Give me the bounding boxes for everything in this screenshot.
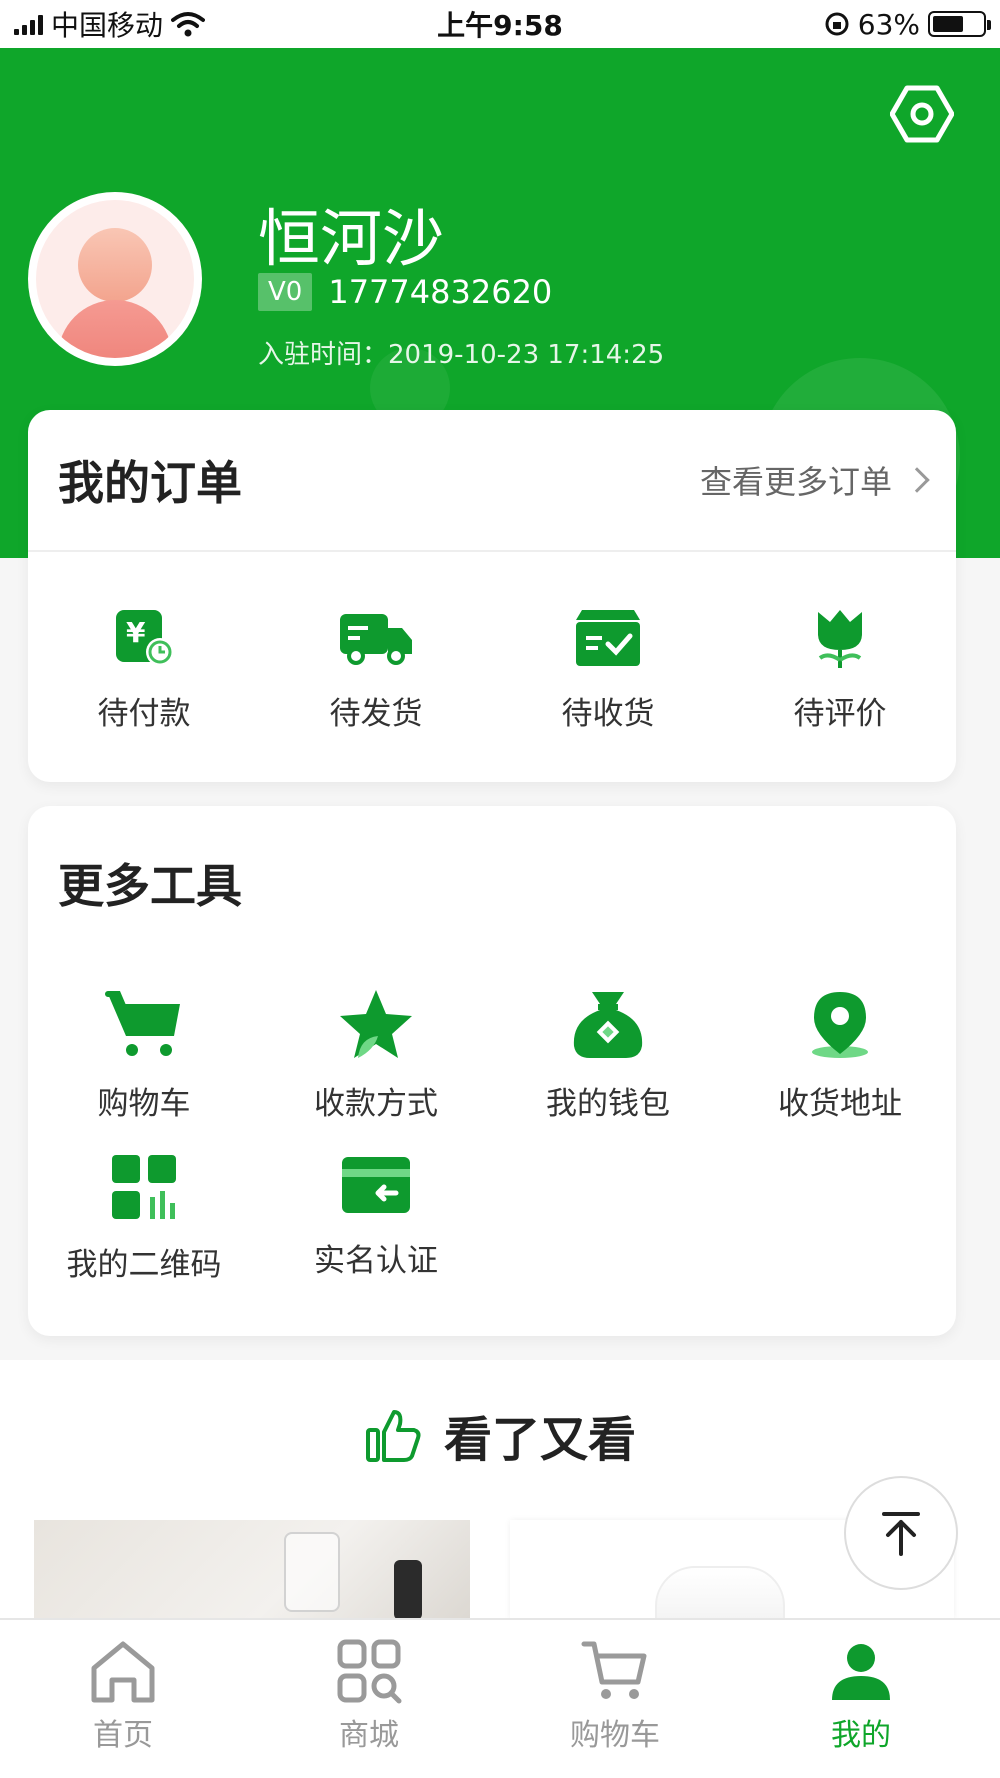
nav-cart-label: 购物车 <box>570 1718 660 1753</box>
chevron-right-icon <box>904 467 930 493</box>
bottom-nav: 首页 商城 购物车 我的 <box>0 1618 1000 1778</box>
signal-icon <box>14 13 43 35</box>
status-bar: 中国移动 上午9:58 63% <box>0 0 1000 48</box>
order-pending-receipt-label: 待收货 <box>561 696 655 732</box>
tools-title: 更多工具 <box>58 859 242 913</box>
order-pending-payment-label: 待付款 <box>97 696 191 732</box>
carrier-label: 中国移动 <box>51 9 164 42</box>
battery-icon <box>928 11 991 37</box>
location-pin-icon <box>812 992 868 1058</box>
tools-card: 更多工具 购物车 收款方式 我的钱包 收货地址 我的二维码 实名认证 <box>28 806 956 1336</box>
view-more-orders-label: 查看更多订单 <box>699 463 892 501</box>
tool-qr-code[interactable]: 我的二维码 <box>28 1153 260 1284</box>
receive-box-icon <box>576 610 640 666</box>
mall-grid-icon <box>337 1639 402 1704</box>
avatar[interactable] <box>28 192 202 366</box>
order-pending-receipt[interactable]: 待收货 <box>492 606 724 733</box>
nav-cart[interactable]: 购物车 <box>492 1620 738 1778</box>
order-pending-review-label: 待评价 <box>793 696 887 732</box>
join-time-value: 2019-10-23 17:14:25 <box>388 340 665 370</box>
nav-home-label: 首页 <box>93 1718 153 1753</box>
back-to-top-button[interactable] <box>844 1476 958 1590</box>
tool-qr-code-label: 我的二维码 <box>66 1247 222 1283</box>
id-card-icon <box>342 1157 410 1213</box>
tool-address-label: 收货地址 <box>778 1086 902 1122</box>
tool-address[interactable]: 收货地址 <box>724 988 956 1123</box>
tool-real-name-auth[interactable]: 实名认证 <box>260 1153 492 1284</box>
recommend-title: 看了又看 <box>443 1412 636 1468</box>
cart-icon <box>105 991 180 1056</box>
orders-card: 我的订单 查看更多订单 ¥ 待付款 待发货 待收货 待评价 <box>28 410 956 782</box>
cart-outline-icon <box>581 1641 647 1699</box>
tool-payment-method-label: 收款方式 <box>314 1086 438 1122</box>
truck-icon <box>340 614 412 665</box>
user-name: 恒河沙 <box>258 202 445 275</box>
nav-mine-label: 我的 <box>831 1718 891 1753</box>
orientation-lock-icon <box>825 12 849 36</box>
nav-home[interactable]: 首页 <box>0 1620 246 1778</box>
order-pending-review[interactable]: 待评价 <box>724 606 956 733</box>
order-pending-shipment[interactable]: 待发货 <box>260 606 492 733</box>
join-time: 入驻时间：2019-10-23 17:14:25 <box>258 334 664 371</box>
level-badge: V0 <box>258 273 313 311</box>
tool-wallet[interactable]: 我的钱包 <box>492 988 724 1123</box>
money-bag-icon <box>573 992 643 1058</box>
user-icon <box>832 1644 890 1700</box>
svg-text:¥: ¥ <box>126 616 146 649</box>
arrow-up-icon <box>882 1512 920 1556</box>
tulip-review-icon <box>818 610 862 668</box>
nav-mall[interactable]: 商城 <box>246 1620 492 1778</box>
pending-payment-icon: ¥ <box>116 610 174 666</box>
home-icon <box>91 1641 155 1703</box>
join-time-label: 入驻时间： <box>258 340 389 370</box>
view-more-orders-link[interactable]: 查看更多订单 <box>699 457 930 503</box>
battery-percent: 63% <box>857 7 920 41</box>
tool-real-name-auth-label: 实名认证 <box>314 1243 438 1279</box>
thumbs-up-icon <box>365 1410 421 1462</box>
star-icon <box>340 990 412 1058</box>
wifi-icon <box>171 12 206 37</box>
tool-cart[interactable]: 购物车 <box>28 988 260 1123</box>
tool-cart-label: 购物车 <box>97 1086 191 1122</box>
orders-title: 我的订单 <box>58 456 242 510</box>
nav-mine[interactable]: 我的 <box>738 1620 984 1778</box>
settings-icon[interactable] <box>890 82 954 146</box>
nav-mall-label: 商城 <box>339 1718 399 1753</box>
recommend-section: 看了又看 <box>0 1360 1000 1620</box>
order-pending-shipment-label: 待发货 <box>329 696 423 732</box>
tool-payment-method[interactable]: 收款方式 <box>260 988 492 1123</box>
phone-number: 17774832620 <box>328 273 553 311</box>
qr-code-icon <box>112 1155 176 1219</box>
order-pending-payment[interactable]: ¥ 待付款 <box>28 606 260 733</box>
tool-wallet-label: 我的钱包 <box>546 1086 670 1122</box>
product-card[interactable] <box>34 1520 470 1620</box>
